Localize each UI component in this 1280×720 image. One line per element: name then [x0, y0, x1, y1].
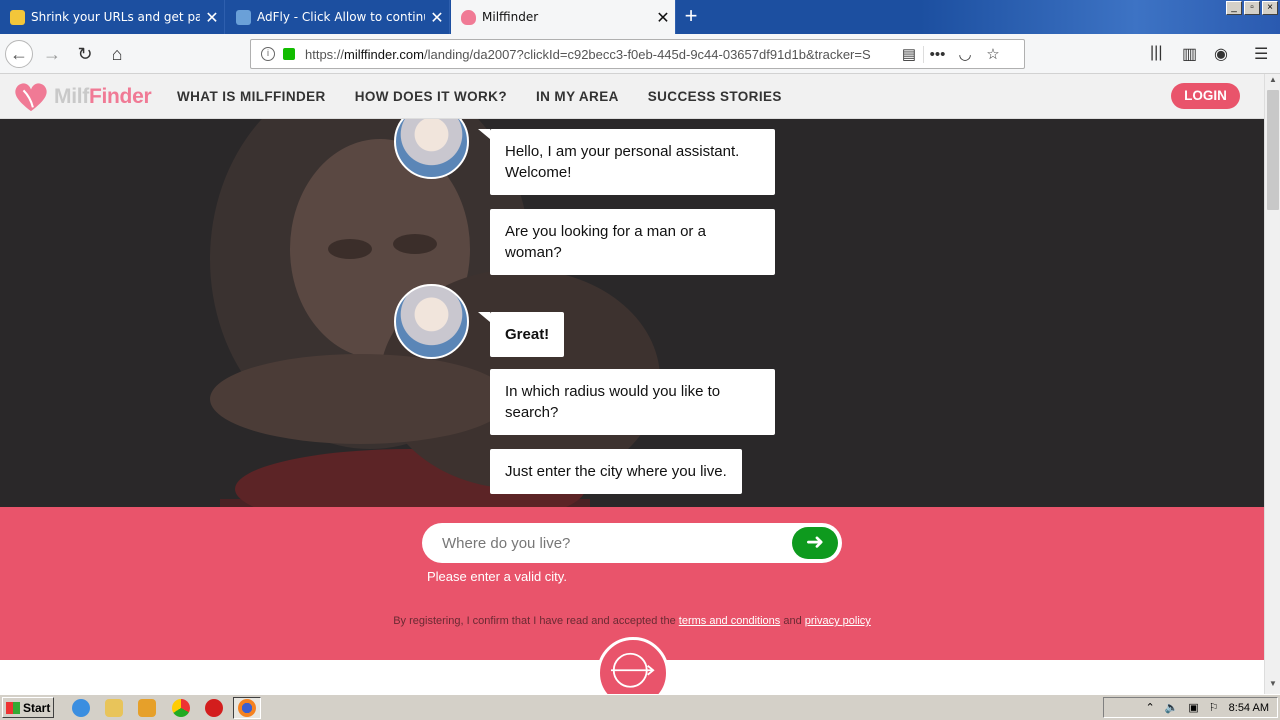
city-search-box: ➜: [422, 523, 842, 563]
padlock-icon[interactable]: [283, 48, 295, 60]
url-path: /landing/da2007?clickId=c92becc3-f0eb-44…: [424, 46, 871, 62]
close-tab-icon[interactable]: ✕: [425, 8, 449, 27]
arrow-right-icon: ➜: [805, 529, 825, 554]
bookmark-star-icon[interactable]: ☆: [979, 45, 1007, 63]
close-tab-icon[interactable]: ✕: [651, 8, 675, 27]
hero-section: Hello, I am your personal assistant. Wel…: [0, 119, 1264, 507]
scroll-down-arrow-icon[interactable]: ▼: [1266, 679, 1280, 693]
site-header: MilfFinder WHAT IS MILFFINDER HOW DOES I…: [0, 74, 1264, 119]
login-button[interactable]: LOGIN: [1171, 83, 1240, 109]
chat-bubble-great: Great!: [477, 312, 565, 357]
browser-toolbar: ← → ↻ ⌂ i https://milffinder.com/landing…: [0, 34, 1280, 74]
volume-icon[interactable]: 🔈: [1165, 701, 1179, 714]
tab-milffinder[interactable]: Milffinder ✕: [451, 0, 676, 34]
site-logo[interactable]: MilfFinder: [12, 81, 152, 113]
legal-text: By registering, I confirm that I have re…: [393, 615, 676, 627]
legal-and-text: and: [783, 615, 802, 627]
tab-strip: Shrink your URLs and get paid! ✕ AdFly -…: [0, 0, 1280, 34]
address-bar[interactable]: i https://milffinder.com/landing/da2007?…: [250, 39, 1025, 69]
terms-link[interactable]: terms and conditions: [679, 615, 781, 627]
action-center-flag-icon[interactable]: ⚐: [1209, 701, 1219, 714]
tab-shrink-urls[interactable]: Shrink your URLs and get paid! ✕: [0, 0, 225, 34]
tab-label: Milffinder: [482, 10, 539, 24]
reader-view-icon[interactable]: ▤: [895, 45, 923, 63]
system-tray: ⌃ 🔈 ▣ ⚐ 8:54 AM: [1103, 697, 1278, 718]
tab-label: Shrink your URLs and get paid!: [31, 10, 200, 24]
close-window-button[interactable]: ×: [1262, 1, 1278, 15]
network-icon[interactable]: ▣: [1188, 701, 1198, 714]
assistant-avatar: [394, 284, 469, 359]
close-tab-icon[interactable]: ✕: [200, 8, 224, 27]
submit-city-button[interactable]: ➜: [792, 527, 838, 559]
privacy-link[interactable]: privacy policy: [805, 615, 871, 627]
chat-bubble-gender-question: Are you looking for a man or a woman?: [490, 209, 775, 275]
city-input[interactable]: [442, 531, 782, 555]
bow-arrow-icon: [611, 652, 655, 688]
minimize-button[interactable]: _: [1226, 1, 1242, 15]
account-icon[interactable]: ◉: [1214, 44, 1228, 64]
nav-in-my-area[interactable]: IN MY AREA: [536, 89, 619, 104]
opera-icon[interactable]: [205, 699, 223, 717]
cupid-bow-emblem: [597, 637, 669, 694]
back-button[interactable]: ←: [5, 40, 33, 68]
chat-bubble-welcome: Hello, I am your personal assistant. Wel…: [478, 129, 775, 195]
window-controls: _ ▫ ×: [1226, 1, 1278, 15]
nav-how-it-works[interactable]: HOW DOES IT WORK?: [355, 89, 507, 104]
home-button[interactable]: ⌂: [103, 40, 131, 68]
adfly-favicon-icon: [10, 9, 25, 25]
internet-explorer-icon[interactable]: [72, 699, 90, 717]
logo-text-finder: Finder: [88, 85, 152, 108]
vertical-scrollbar[interactable]: ▲ ▼: [1264, 74, 1280, 694]
scrollbar-thumb[interactable]: [1267, 90, 1279, 210]
library-icon[interactable]: |||: [1150, 44, 1162, 62]
forward-button[interactable]: →: [38, 40, 66, 68]
clock[interactable]: 8:54 AM: [1229, 702, 1269, 714]
nav-success-stories[interactable]: SUCCESS STORIES: [648, 89, 782, 104]
scroll-up-arrow-icon[interactable]: ▲: [1266, 75, 1280, 89]
city-error-message: Please enter a valid city.: [427, 569, 567, 584]
media-player-icon[interactable]: [138, 699, 156, 717]
tab-label: AdFly - Click Allow to continue: [257, 10, 425, 24]
new-tab-button[interactable]: +: [678, 4, 704, 30]
heart-favicon-icon: [461, 9, 476, 25]
start-button[interactable]: Start: [2, 697, 54, 718]
chrome-icon[interactable]: [172, 699, 190, 717]
start-label: Start: [23, 700, 51, 715]
main-nav: WHAT IS MILFFINDER HOW DOES IT WORK? IN …: [177, 89, 782, 104]
pocket-icon[interactable]: ◡: [951, 45, 979, 63]
nav-what-is[interactable]: WHAT IS MILFFINDER: [177, 89, 326, 104]
chat-bubble-city-prompt: Just enter the city where you live.: [490, 449, 742, 494]
menu-icon[interactable]: ☰: [1254, 44, 1268, 64]
reload-button[interactable]: ↻: [71, 40, 99, 68]
chat-bubble-radius-question: In which radius would you like to search…: [490, 369, 775, 435]
sidebar-icon[interactable]: ▥: [1182, 44, 1197, 64]
firefox-taskbar-button[interactable]: [233, 697, 261, 719]
windows-taskbar: Start ⌃ 🔈 ▣ ⚐ 8:54 AM: [0, 694, 1280, 720]
logo-text: MilfFinder: [54, 85, 152, 109]
web-page: MilfFinder WHAT IS MILFFINDER HOW DOES I…: [0, 74, 1264, 694]
windows-logo-icon: [6, 701, 20, 714]
adfly-favicon-icon: [236, 9, 251, 25]
url-prefix: https://: [305, 46, 345, 62]
firefox-icon: [238, 699, 256, 717]
site-info-icon[interactable]: i: [261, 47, 275, 61]
tab-adfly[interactable]: AdFly - Click Allow to continue ✕: [226, 0, 450, 34]
maximize-button[interactable]: ▫: [1244, 1, 1260, 15]
url-domain: milffinder.com: [344, 46, 424, 62]
url-text[interactable]: https://milffinder.com/landing/da2007?cl…: [305, 47, 895, 62]
heart-logo-icon: [15, 83, 47, 112]
folder-icon[interactable]: [105, 699, 123, 717]
anyrun-watermark: ANY RUN: [1040, 684, 1247, 694]
legal-notice: By registering, I confirm that I have re…: [0, 615, 1264, 627]
logo-text-milf: Milf: [54, 85, 89, 108]
tray-expand-icon[interactable]: ⌃: [1145, 701, 1154, 714]
page-actions-icon[interactable]: •••: [923, 45, 951, 63]
